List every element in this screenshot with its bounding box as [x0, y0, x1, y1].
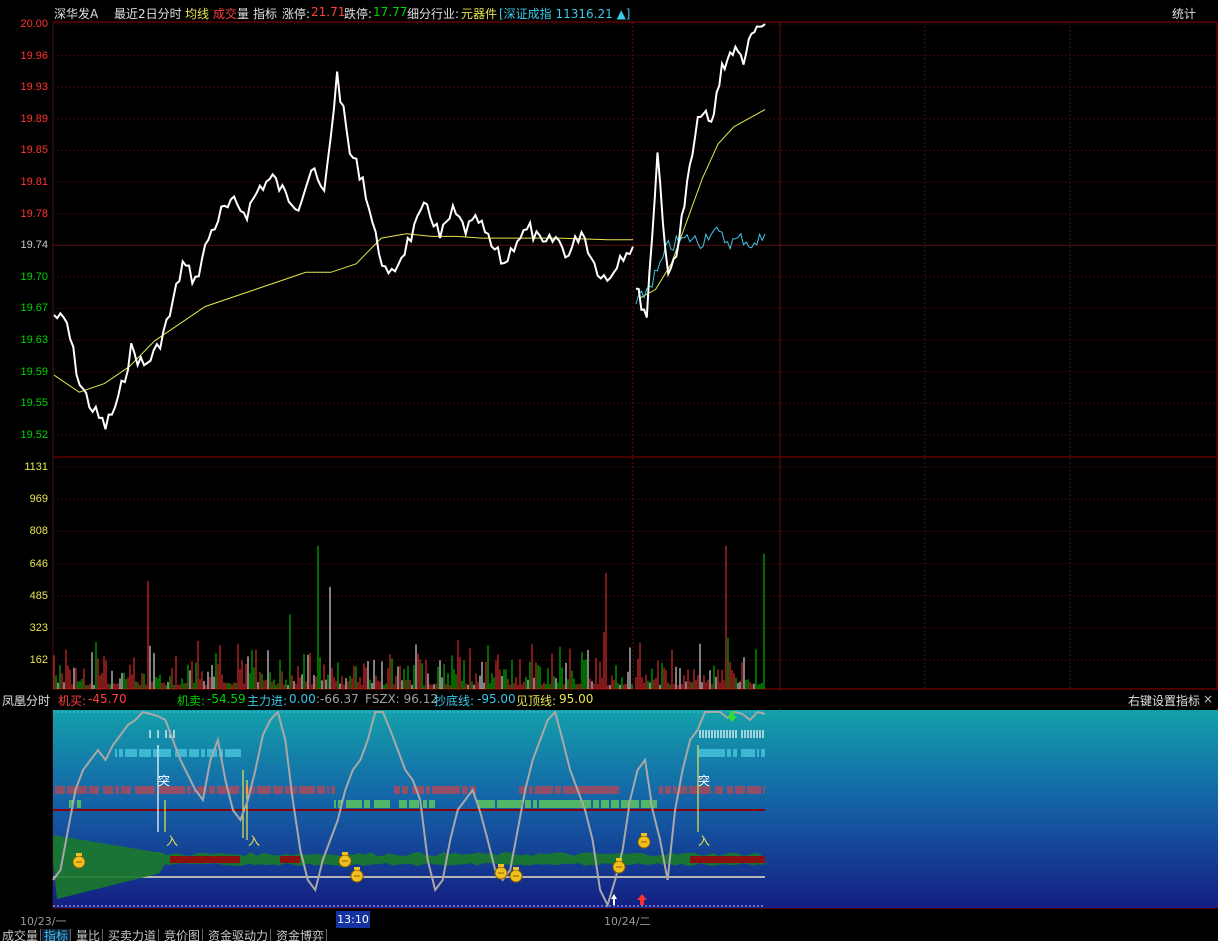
signal-tu-2: 突: [698, 774, 711, 788]
time-label-day1: 10/23/一: [20, 915, 67, 928]
settings-indicator-button[interactable]: 右键设置指标: [1128, 692, 1200, 709]
indicator-name[interactable]: 凤凰分时: [2, 692, 50, 709]
tab-indicator[interactable]: 指标: [42, 929, 72, 941]
index-line: [635, 226, 766, 305]
jisell-value: -54.59: [207, 692, 246, 706]
jibuy-label: 机买:: [58, 694, 87, 708]
main-force-red-band: [170, 856, 240, 863]
colon-value: :-66.37: [316, 692, 359, 706]
main-in-label: 主力进:: [247, 694, 288, 708]
top-line-label: 见顶线:: [516, 694, 557, 708]
main-force-red-band: [280, 856, 300, 863]
tab-auction[interactable]: 竞价图: [162, 929, 204, 941]
main-in-value: 0.00: [289, 692, 316, 706]
fszx-value: FSZX: 96.12: [365, 692, 438, 706]
tab-volume[interactable]: 成交量: [0, 929, 42, 941]
bottom-tab-bar: 成交量 指标 量比 买卖力道 竞价图 资金驱动力 资金博弈: [0, 929, 1218, 941]
signal-ru-1: 入: [166, 834, 179, 848]
bottom-line-label: 抄底线:: [434, 694, 475, 708]
top-line-value: 95.00: [559, 692, 594, 706]
price-line-day2: [635, 23, 766, 318]
average-price-line: [53, 233, 633, 393]
tab-buy-sell-force[interactable]: 买卖力道: [106, 929, 160, 941]
price-line: [53, 71, 634, 430]
jisell-label: 机卖:: [177, 694, 206, 708]
signal-ru-2: 入: [248, 834, 261, 848]
volume-bars: [53, 545, 765, 689]
bottom-line-value: -95.00: [477, 692, 516, 706]
main-force-red-band: [690, 856, 765, 863]
close-indicator-button[interactable]: ×: [1203, 692, 1213, 706]
time-label-day2: 10/24/二: [604, 915, 651, 928]
tab-volume-ratio[interactable]: 量比: [74, 929, 104, 941]
jibuy-value: -45.70: [88, 692, 127, 706]
average-price-line-day2: [639, 109, 766, 299]
signal-ru-3: 入: [698, 834, 711, 848]
signal-tu-1: 突: [158, 774, 171, 788]
time-cursor-label: 13:10: [336, 911, 370, 928]
tab-fund-game[interactable]: 资金博弈: [274, 929, 328, 941]
indicator-header: 凤凰分时 机买: -45.70 机卖: -54.59 主力进: 0.00 :-6…: [0, 690, 1218, 708]
intraday-chart[interactable]: [0, 0, 1218, 929]
tab-fund-drive[interactable]: 资金驱动力: [206, 929, 272, 941]
